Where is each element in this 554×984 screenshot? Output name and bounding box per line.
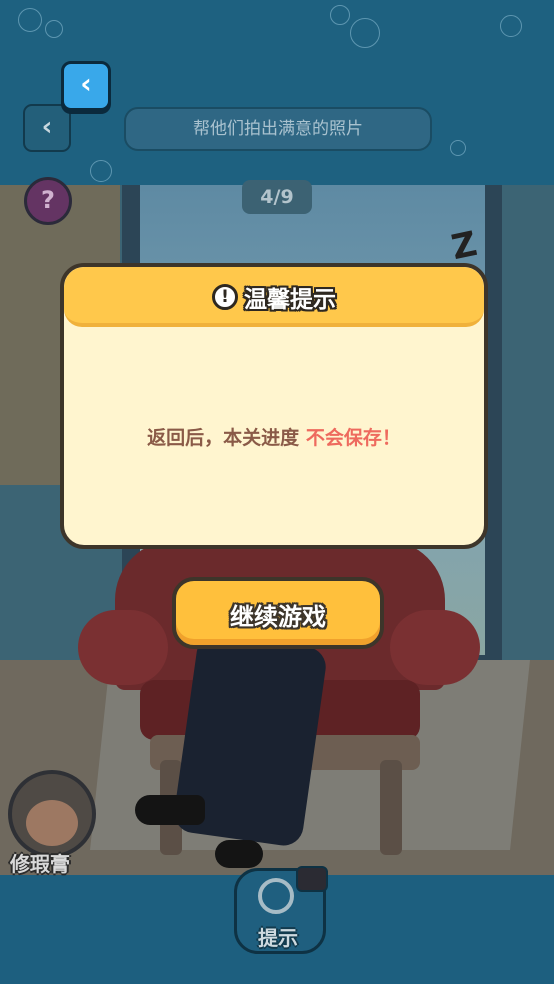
shoe bbox=[135, 795, 205, 825]
warning-dialog: ! 温馨提示 返回后，本关进度 不会保存！ bbox=[60, 263, 488, 549]
lightbulb-icon bbox=[258, 878, 294, 914]
bubble-decoration bbox=[90, 160, 112, 182]
bubble-decoration bbox=[18, 8, 42, 32]
help-button: ? bbox=[24, 177, 72, 225]
video-ad-icon bbox=[296, 866, 328, 892]
shoe bbox=[215, 840, 263, 868]
concealer-tool-label: 修瑕膏 bbox=[10, 852, 70, 876]
bubble-decoration bbox=[350, 18, 380, 48]
bubble-decoration bbox=[500, 15, 522, 37]
armchair-arm-left bbox=[78, 610, 168, 685]
armchair-arm-right bbox=[390, 610, 480, 685]
message-main: 返回后，本关进度 bbox=[147, 427, 300, 449]
armchair-leg bbox=[380, 760, 402, 855]
bubble-decoration bbox=[45, 20, 63, 38]
continue-game-button[interactable]: 继续游戏 bbox=[172, 577, 384, 649]
continue-game-label: 继续游戏 bbox=[230, 603, 326, 631]
dialog-message: 返回后，本关进度 不会保存！ bbox=[64, 423, 484, 450]
level-progress: 4/9 bbox=[242, 180, 312, 214]
alert-icon: ! bbox=[212, 284, 238, 310]
back-button[interactable]: ‹ bbox=[61, 61, 111, 111]
task-title: 帮他们拍出满意的照片 bbox=[124, 107, 432, 151]
hint-label: 提示 bbox=[258, 926, 298, 950]
message-warning: 不会保存！ bbox=[305, 427, 401, 449]
dialog-title: 温馨提示 bbox=[244, 287, 336, 313]
back-button-dimmed: ‹ bbox=[23, 104, 71, 152]
bubble-decoration bbox=[330, 5, 350, 25]
dialog-title-row: ! 温馨提示 bbox=[64, 279, 484, 315]
concealer-powder bbox=[26, 800, 78, 846]
bubble-decoration bbox=[450, 140, 466, 156]
